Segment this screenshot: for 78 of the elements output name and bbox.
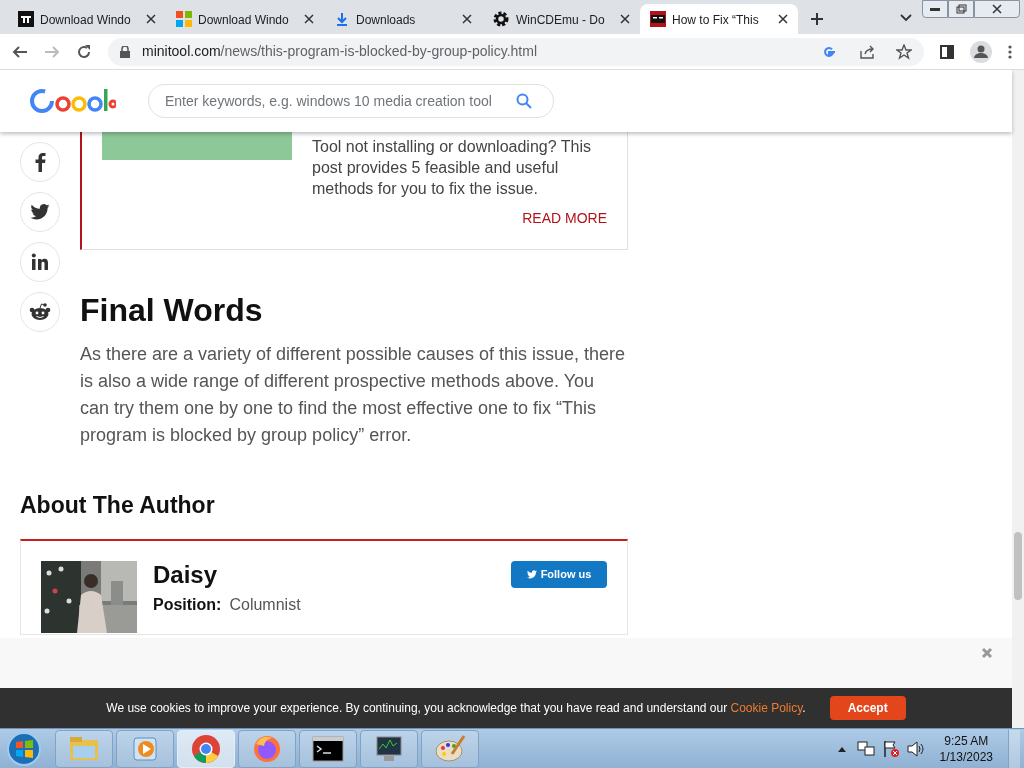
lock-icon — [120, 45, 130, 58]
profile-icon[interactable] — [970, 40, 992, 63]
side-panel-icon[interactable] — [940, 44, 954, 59]
browser-tab[interactable]: Download Windo — [8, 4, 166, 34]
browser-tab[interactable]: How to Fix “This — [640, 4, 798, 34]
facebook-share-button[interactable] — [20, 142, 60, 182]
read-more-link[interactable]: READ MORE — [522, 208, 607, 229]
chevron-down-icon[interactable] — [900, 14, 912, 22]
minimize-icon — [930, 7, 940, 11]
close-button[interactable] — [974, 0, 1020, 18]
reddit-share-button[interactable] — [20, 292, 60, 332]
clock[interactable]: 9:25 AM 1/13/2023 — [939, 732, 993, 765]
firefox-icon — [252, 733, 282, 764]
tab-title: Download Windo — [40, 13, 131, 27]
new-tab-icon[interactable] — [810, 12, 824, 26]
position-value: Columnist — [229, 595, 301, 615]
start-button[interactable] — [4, 730, 44, 767]
terminal-icon — [312, 735, 344, 762]
article-paragraph: As there are a variety of different possible causes of this issue, there is also a wide range of different prospective methods above. You can try them one by one to find the most effective one to fix “This program is blocked by group policy” error. — [80, 343, 626, 447]
minimize-button[interactable] — [922, 0, 948, 18]
back-icon[interactable] — [12, 43, 28, 60]
tab-title: Downloads — [356, 13, 416, 27]
monitor-icon — [374, 733, 404, 764]
twitter-share-button[interactable] — [20, 192, 60, 232]
restore-button[interactable] — [948, 0, 974, 18]
section-heading: Final Words — [80, 292, 264, 328]
address-bar[interactable]: minitool.com/news/this-program-is-blocked-by-group-policy.html — [108, 37, 924, 66]
follow-button[interactable]: Follow us — [511, 561, 607, 588]
position-label: Position: — [153, 595, 222, 615]
monitor-taskbar-button[interactable] — [360, 729, 418, 768]
google-g-icon[interactable] — [822, 44, 836, 59]
scrollbar-thumb[interactable] — [1014, 532, 1022, 600]
terminal-taskbar-button[interactable] — [299, 729, 357, 768]
chrome-taskbar-button[interactable] — [177, 729, 235, 768]
volume-icon[interactable] — [906, 740, 925, 757]
download-icon — [334, 11, 350, 27]
media-player-icon — [131, 734, 159, 763]
close-icon[interactable] — [146, 14, 156, 24]
reload-icon[interactable] — [76, 43, 92, 60]
author-heading: About The Author — [20, 491, 216, 519]
restore-icon — [953, 2, 969, 16]
post-excerpt: Tool not installing or downloading? This post provides 5 feasible and useful methods for you to fix the issue. — [312, 137, 592, 199]
search-icon[interactable] — [516, 93, 532, 109]
close-icon[interactable] — [778, 14, 788, 24]
facebook-icon — [34, 152, 46, 172]
twitter-icon — [30, 204, 50, 220]
twitter-icon — [526, 570, 537, 579]
folder-icon — [69, 735, 99, 762]
tw-logo-icon — [18, 11, 34, 27]
linkedin-share-button[interactable] — [20, 242, 60, 282]
author-name: Daisy — [153, 561, 219, 589]
close-icon[interactable] — [620, 14, 630, 24]
tray-arrow-icon[interactable] — [837, 745, 846, 752]
accept-button[interactable]: Accept — [829, 696, 906, 720]
browser-tab[interactable]: WinCDEmu - Do — [482, 4, 640, 34]
tab-title: How to Fix “This — [672, 13, 759, 27]
share-icon[interactable] — [860, 44, 876, 59]
gear-icon — [492, 10, 510, 28]
network-icon[interactable] — [856, 739, 875, 758]
chrome-icon — [191, 733, 221, 764]
browser-tab[interactable]: Download Windo — [166, 4, 324, 34]
browser-tab[interactable]: Downloads — [324, 4, 482, 34]
url-text: minitool.com/news/this-program-is-blocked-by-group-policy.html — [142, 42, 538, 61]
cookie-notice: We use cookies to improve your experience. By continuing, you acknowledge that you have read and understand our Cookie Policy. — [106, 700, 806, 717]
windows-logo-icon — [176, 11, 192, 27]
mt-logo-icon — [650, 11, 666, 27]
close-icon[interactable] — [304, 14, 314, 24]
close-icon[interactable] — [462, 14, 472, 24]
tab-title: Download Windo — [198, 13, 289, 27]
palette-icon — [434, 733, 466, 764]
star-icon[interactable] — [896, 43, 912, 60]
tab-title: WinCDEmu - Do — [516, 13, 605, 27]
action-center-icon[interactable] — [881, 739, 900, 758]
close-icon — [989, 2, 1005, 16]
linkedin-icon — [31, 253, 49, 271]
search-field[interactable]: Enter keywords, e.g. windows 10 media creation tool — [148, 84, 554, 118]
menu-icon[interactable] — [1008, 43, 1012, 60]
reddit-icon — [29, 303, 51, 321]
